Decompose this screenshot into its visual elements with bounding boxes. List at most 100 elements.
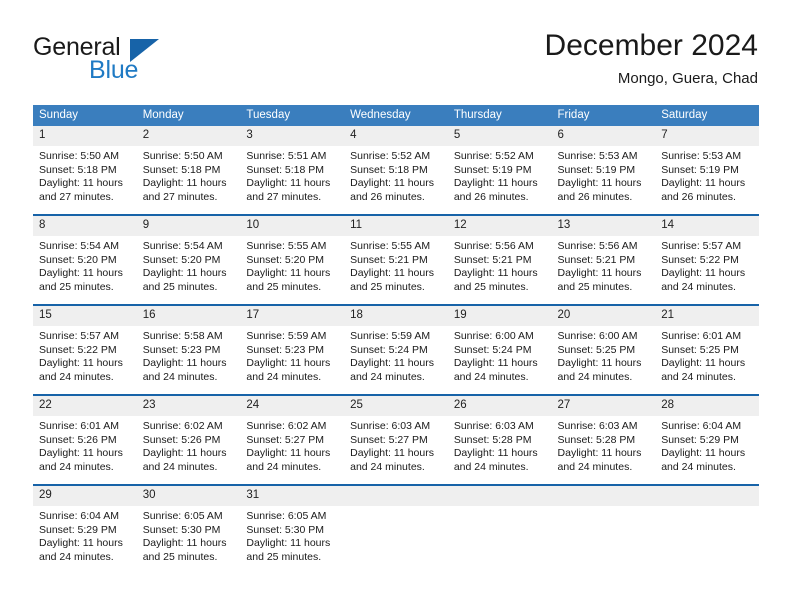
calendar-day-cell[interactable]: 19 Sunrise: 6:00 AM Sunset: 5:24 PM Dayligh… xyxy=(447,304,552,395)
day-detail-daylight-line1: Daylight: 11 hours xyxy=(142,177,227,190)
calendar-day-cell[interactable]: 31 Sunrise: 6:05 AM Sunset: 5:30 PM Dayligh… xyxy=(240,484,345,574)
day-detail-sunrise: Sunrise: 5:57 AM xyxy=(661,240,742,252)
day-number: 18 xyxy=(344,306,448,326)
calendar-day-cell[interactable]: 26 Sunrise: 6:03 AM Sunset: 5:28 PM Dayligh… xyxy=(447,394,552,485)
day-detail-sunset: Sunset: 5:20 PM xyxy=(142,253,221,266)
day-detail-daylight-line1: Daylight: 11 hours xyxy=(557,447,642,460)
day-number xyxy=(551,486,656,506)
calendar-day-cell[interactable]: 7 Sunrise: 5:53 AM Sunset: 5:19 PM Daylight… xyxy=(655,126,759,215)
calendar-day-cell[interactable]: 18 Sunrise: 5:59 AM Sunset: 5:24 PM Dayligh… xyxy=(344,304,448,395)
day-number: 25 xyxy=(344,396,448,416)
calendar-day-cell[interactable]: 25 Sunrise: 6:03 AM Sunset: 5:27 PM Dayligh… xyxy=(344,394,448,485)
day-detail-sunrise: Sunrise: 5:50 AM xyxy=(39,150,119,162)
day-detail-daylight-line1: Daylight: 11 hours xyxy=(142,267,227,280)
calendar-day-cell[interactable]: 24 Sunrise: 6:02 AM Sunset: 5:27 PM Dayligh… xyxy=(240,394,345,485)
day-detail-daylight-line1: Daylight: 11 hours xyxy=(246,267,331,280)
day-number: 30 xyxy=(136,486,241,506)
calendar-week-row: 8 Sunrise: 5:54 AM Sunset: 5:20 PM Daylight… xyxy=(33,214,759,305)
calendar-week-row: 1 Sunrise: 5:50 AM Sunset: 5:18 PM Daylight… xyxy=(33,126,759,215)
day-details: Sunrise: 5:55 AM Sunset: 5:20 PM Daylight:… xyxy=(240,236,344,294)
day-detail-sunset: Sunset: 5:29 PM xyxy=(39,523,117,536)
day-detail-sunset: Sunset: 5:26 PM xyxy=(142,433,221,446)
calendar-day-cell[interactable]: 9 Sunrise: 5:54 AM Sunset: 5:20 PM Daylight… xyxy=(136,214,241,305)
day-number: 3 xyxy=(240,126,345,146)
day-detail-sunrise: Sunrise: 5:57 AM xyxy=(39,330,119,342)
day-detail-daylight-line2: and 24 minutes. xyxy=(557,460,633,473)
day-details xyxy=(655,506,759,510)
calendar-day-cell[interactable]: 23 Sunrise: 6:02 AM Sunset: 5:26 PM Dayligh… xyxy=(136,394,241,485)
day-detail-daylight-line2: and 24 minutes. xyxy=(39,460,114,473)
day-number: 15 xyxy=(33,306,137,326)
day-detail-daylight-line2: and 27 minutes. xyxy=(142,190,218,203)
day-detail-daylight-line2: and 24 minutes. xyxy=(39,550,114,563)
calendar-day-cell-empty xyxy=(655,484,759,574)
day-detail-sunrise: Sunrise: 5:54 AM xyxy=(142,240,223,252)
day-details: Sunrise: 6:04 AM Sunset: 5:29 PM Daylight:… xyxy=(33,506,137,564)
day-detail-sunrise: Sunrise: 5:56 AM xyxy=(557,240,638,252)
calendar-day-cell[interactable]: 2 Sunrise: 5:50 AM Sunset: 5:18 PM Daylight… xyxy=(136,126,241,215)
day-detail-sunrise: Sunrise: 5:58 AM xyxy=(142,330,223,342)
day-details: Sunrise: 5:59 AM Sunset: 5:24 PM Daylight:… xyxy=(344,326,448,384)
calendar-day-cell[interactable]: 6 Sunrise: 5:53 AM Sunset: 5:19 PM Daylight… xyxy=(551,126,656,215)
day-details: Sunrise: 5:52 AM Sunset: 5:18 PM Daylight:… xyxy=(344,146,448,204)
day-detail-sunset: Sunset: 5:18 PM xyxy=(350,163,428,176)
day-detail-sunset: Sunset: 5:23 PM xyxy=(246,343,325,356)
calendar-day-cell-empty xyxy=(447,484,552,574)
calendar-day-cell[interactable]: 22 Sunrise: 6:01 AM Sunset: 5:26 PM Dayligh… xyxy=(33,394,137,485)
day-detail-daylight-line1: Daylight: 11 hours xyxy=(350,447,434,460)
calendar-day-cell[interactable]: 10 Sunrise: 5:55 AM Sunset: 5:20 PM Dayligh… xyxy=(240,214,345,305)
day-number: 29 xyxy=(33,486,137,506)
calendar-day-cell[interactable]: 4 Sunrise: 5:52 AM Sunset: 5:18 PM Daylight… xyxy=(344,126,448,215)
calendar-week-row: 22 Sunrise: 6:01 AM Sunset: 5:26 PM Dayligh… xyxy=(33,394,759,485)
day-detail-sunset: Sunset: 5:19 PM xyxy=(453,163,532,176)
calendar-day-cell[interactable]: 30 Sunrise: 6:05 AM Sunset: 5:30 PM Dayligh… xyxy=(136,484,241,574)
day-detail-sunrise: Sunrise: 6:00 AM xyxy=(557,330,638,342)
day-number: 12 xyxy=(447,216,552,236)
day-details: Sunrise: 6:01 AM Sunset: 5:26 PM Daylight:… xyxy=(33,416,137,474)
calendar-day-cell[interactable]: 20 Sunrise: 6:00 AM Sunset: 5:25 PM Dayligh… xyxy=(551,304,656,395)
day-detail-daylight-line1: Daylight: 11 hours xyxy=(39,177,123,190)
calendar-day-cell[interactable]: 15 Sunrise: 5:57 AM Sunset: 5:22 PM Dayligh… xyxy=(33,304,137,395)
day-detail-daylight-line2: and 24 minutes. xyxy=(350,460,425,473)
day-detail-daylight-line2: and 25 minutes. xyxy=(39,280,114,293)
calendar-day-cell[interactable]: 5 Sunrise: 5:52 AM Sunset: 5:19 PM Daylight… xyxy=(447,126,552,215)
day-detail-daylight-line1: Daylight: 11 hours xyxy=(453,267,538,280)
day-number: 10 xyxy=(240,216,345,236)
day-number: 4 xyxy=(344,126,448,146)
calendar-day-cell[interactable]: 28 Sunrise: 6:04 AM Sunset: 5:29 PM Dayligh… xyxy=(655,394,759,485)
general-blue-logo[interactable]: General Blue xyxy=(33,33,203,85)
calendar-day-cell[interactable]: 27 Sunrise: 6:03 AM Sunset: 5:28 PM Dayligh… xyxy=(551,394,656,485)
day-detail-daylight-line1: Daylight: 11 hours xyxy=(142,357,227,370)
day-number: 28 xyxy=(655,396,759,416)
day-details: Sunrise: 6:02 AM Sunset: 5:27 PM Daylight:… xyxy=(240,416,344,474)
calendar-day-cell[interactable]: 3 Sunrise: 5:51 AM Sunset: 5:18 PM Daylight… xyxy=(240,126,345,215)
calendar-day-cell[interactable]: 14 Sunrise: 5:57 AM Sunset: 5:22 PM Dayligh… xyxy=(655,214,759,305)
day-detail-sunrise: Sunrise: 5:54 AM xyxy=(39,240,119,252)
day-detail-daylight-line2: and 24 minutes. xyxy=(557,370,633,383)
logo-text-blue: Blue xyxy=(89,56,139,84)
calendar-day-cell[interactable]: 17 Sunrise: 5:59 AM Sunset: 5:23 PM Dayligh… xyxy=(240,304,345,395)
day-detail-sunset: Sunset: 5:28 PM xyxy=(557,433,636,446)
day-detail-daylight-line2: and 24 minutes. xyxy=(142,370,218,383)
day-detail-sunrise: Sunrise: 5:56 AM xyxy=(453,240,534,252)
calendar-day-cell[interactable]: 16 Sunrise: 5:58 AM Sunset: 5:23 PM Dayligh… xyxy=(136,304,241,395)
day-detail-sunset: Sunset: 5:28 PM xyxy=(453,433,532,446)
day-number: 8 xyxy=(33,216,137,236)
calendar-day-cell[interactable]: 1 Sunrise: 5:50 AM Sunset: 5:18 PM Daylight… xyxy=(33,126,137,215)
calendar-day-cell[interactable]: 13 Sunrise: 5:56 AM Sunset: 5:21 PM Dayligh… xyxy=(551,214,656,305)
day-details: Sunrise: 5:57 AM Sunset: 5:22 PM Daylight:… xyxy=(655,236,759,294)
calendar-day-cell[interactable]: 12 Sunrise: 5:56 AM Sunset: 5:21 PM Dayligh… xyxy=(447,214,552,305)
day-detail-daylight-line2: and 24 minutes. xyxy=(350,370,425,383)
calendar-week-row: 29 Sunrise: 6:04 AM Sunset: 5:29 PM Dayligh… xyxy=(33,484,759,574)
calendar-day-cell[interactable]: 8 Sunrise: 5:54 AM Sunset: 5:20 PM Daylight… xyxy=(33,214,137,305)
page-header: General Blue December 2024 Mongo, Guera,… xyxy=(0,0,792,98)
calendar-day-cell[interactable]: 29 Sunrise: 6:04 AM Sunset: 5:29 PM Dayligh… xyxy=(33,484,137,574)
calendar-day-cell[interactable]: 21 Sunrise: 6:01 AM Sunset: 5:25 PM Dayligh… xyxy=(655,304,759,395)
calendar-day-cell[interactable]: 11 Sunrise: 5:55 AM Sunset: 5:21 PM Dayligh… xyxy=(344,214,448,305)
day-details: Sunrise: 5:51 AM Sunset: 5:18 PM Daylight:… xyxy=(240,146,344,204)
day-detail-daylight-line1: Daylight: 11 hours xyxy=(661,447,746,460)
day-details: Sunrise: 5:50 AM Sunset: 5:18 PM Daylight:… xyxy=(33,146,137,204)
day-details: Sunrise: 6:02 AM Sunset: 5:26 PM Daylight:… xyxy=(137,416,241,474)
day-detail-sunset: Sunset: 5:18 PM xyxy=(246,163,325,176)
day-number: 23 xyxy=(136,396,241,416)
